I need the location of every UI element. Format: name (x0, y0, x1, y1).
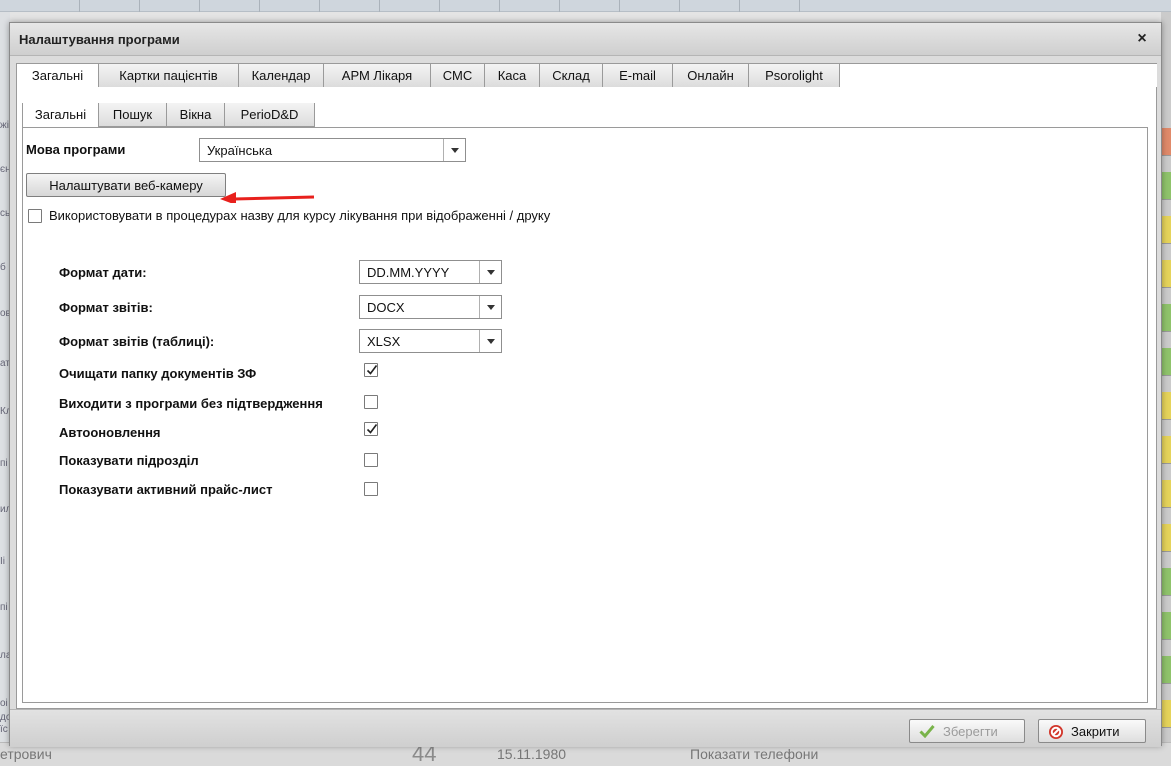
table-report-format-value: XLSX (367, 334, 401, 349)
subtab-periodd[interactable]: PerioD&D (225, 103, 315, 127)
sub-tab-bar: Загальні Пошук Вікна PerioD&D (22, 103, 1153, 127)
language-value: Українська (207, 143, 273, 158)
course-name-checkbox[interactable] (28, 209, 42, 223)
checkmark-icon (919, 725, 935, 738)
tab-general[interactable]: Загальні (16, 64, 99, 88)
tab-online[interactable]: Онлайн (673, 64, 749, 88)
close-button[interactable]: Закрити (1038, 719, 1146, 743)
checkmark-icon (366, 424, 378, 434)
tab-calendar[interactable]: Календар (239, 64, 324, 88)
option-label: Показувати підрозділ (59, 453, 199, 468)
background-text: етрович (0, 746, 52, 762)
table-report-format-select[interactable]: XLSX (359, 329, 502, 353)
report-format-select[interactable]: DOCX (359, 295, 502, 319)
course-name-label: Використовувати в процедурах назву для к… (49, 208, 551, 223)
date-format-label: Формат дати: (59, 265, 147, 280)
language-label: Мова програми (26, 142, 126, 157)
tab-psorolight[interactable]: Psorolight (749, 64, 840, 88)
language-select[interactable]: Українська (199, 138, 466, 162)
close-button-label: Закрити (1071, 724, 1120, 739)
clear-folder-checkbox[interactable] (364, 363, 378, 377)
subtab-search[interactable]: Пошук (99, 103, 167, 127)
chevron-down-icon[interactable] (479, 296, 501, 318)
dialog-title: Налаштування програми (19, 32, 180, 47)
option-label: Очищати папку документів ЗФ (59, 366, 257, 381)
chevron-down-icon[interactable] (479, 261, 501, 283)
dialog-titlebar[interactable]: Налаштування програми × (10, 23, 1161, 56)
option-label: Виходити з програми без підтвердження (59, 396, 323, 411)
background-text: 15.11.1980 (497, 746, 567, 762)
tab-email[interactable]: E-mail (603, 64, 673, 88)
subtab-windows[interactable]: Вікна (167, 103, 225, 127)
general-subtab-panel: Мова програми Українська Налаштувати веб… (22, 127, 1148, 703)
save-button-label: Зберегти (943, 724, 998, 739)
date-format-select[interactable]: DD.MM.YYYY (359, 260, 502, 284)
close-icon[interactable]: × (1133, 29, 1151, 49)
tab-warehouse[interactable]: Склад (540, 64, 603, 88)
stop-icon (1049, 725, 1063, 739)
exit-without-confirm-checkbox[interactable] (364, 395, 378, 409)
configure-webcam-button[interactable]: Налаштувати веб-камеру (26, 173, 226, 197)
tab-cashier[interactable]: Каса (485, 64, 540, 88)
annotation-arrow-icon (220, 192, 315, 203)
chevron-down-icon[interactable] (443, 139, 465, 161)
subtab-general[interactable]: Загальні (22, 103, 99, 127)
background-right-column (1161, 12, 1171, 766)
option-label: Показувати активний прайс-лист (59, 482, 273, 497)
tab-patient-cards[interactable]: Картки пацієнтів (99, 64, 239, 88)
show-active-pricelist-checkbox[interactable] (364, 482, 378, 496)
chevron-down-icon[interactable] (479, 330, 501, 352)
main-tab-bar: Загальні Картки пацієнтів Календар АРМ Л… (16, 63, 1157, 88)
background-text: Показати телефони (690, 746, 819, 762)
checkmark-icon (366, 365, 378, 375)
general-tab-panel: Загальні Пошук Вікна PerioD&D Мова прогр… (16, 87, 1157, 709)
show-department-checkbox[interactable] (364, 453, 378, 467)
table-report-format-label: Формат звітів (таблиці): (59, 334, 215, 349)
tab-sms[interactable]: СМС (431, 64, 485, 88)
dialog-footer: Зберегти Закрити (10, 709, 1161, 747)
save-button[interactable]: Зберегти (909, 719, 1025, 743)
settings-dialog: Налаштування програми × Загальні Картки … (9, 22, 1162, 747)
date-format-value: DD.MM.YYYY (367, 265, 450, 280)
option-label: Автооновлення (59, 425, 161, 440)
auto-update-checkbox[interactable] (364, 422, 378, 436)
report-format-value: DOCX (367, 300, 405, 315)
background-toolbar (0, 0, 1171, 12)
tab-doctor-workplace[interactable]: АРМ Лікаря (324, 64, 431, 88)
report-format-label: Формат звітів: (59, 300, 153, 315)
